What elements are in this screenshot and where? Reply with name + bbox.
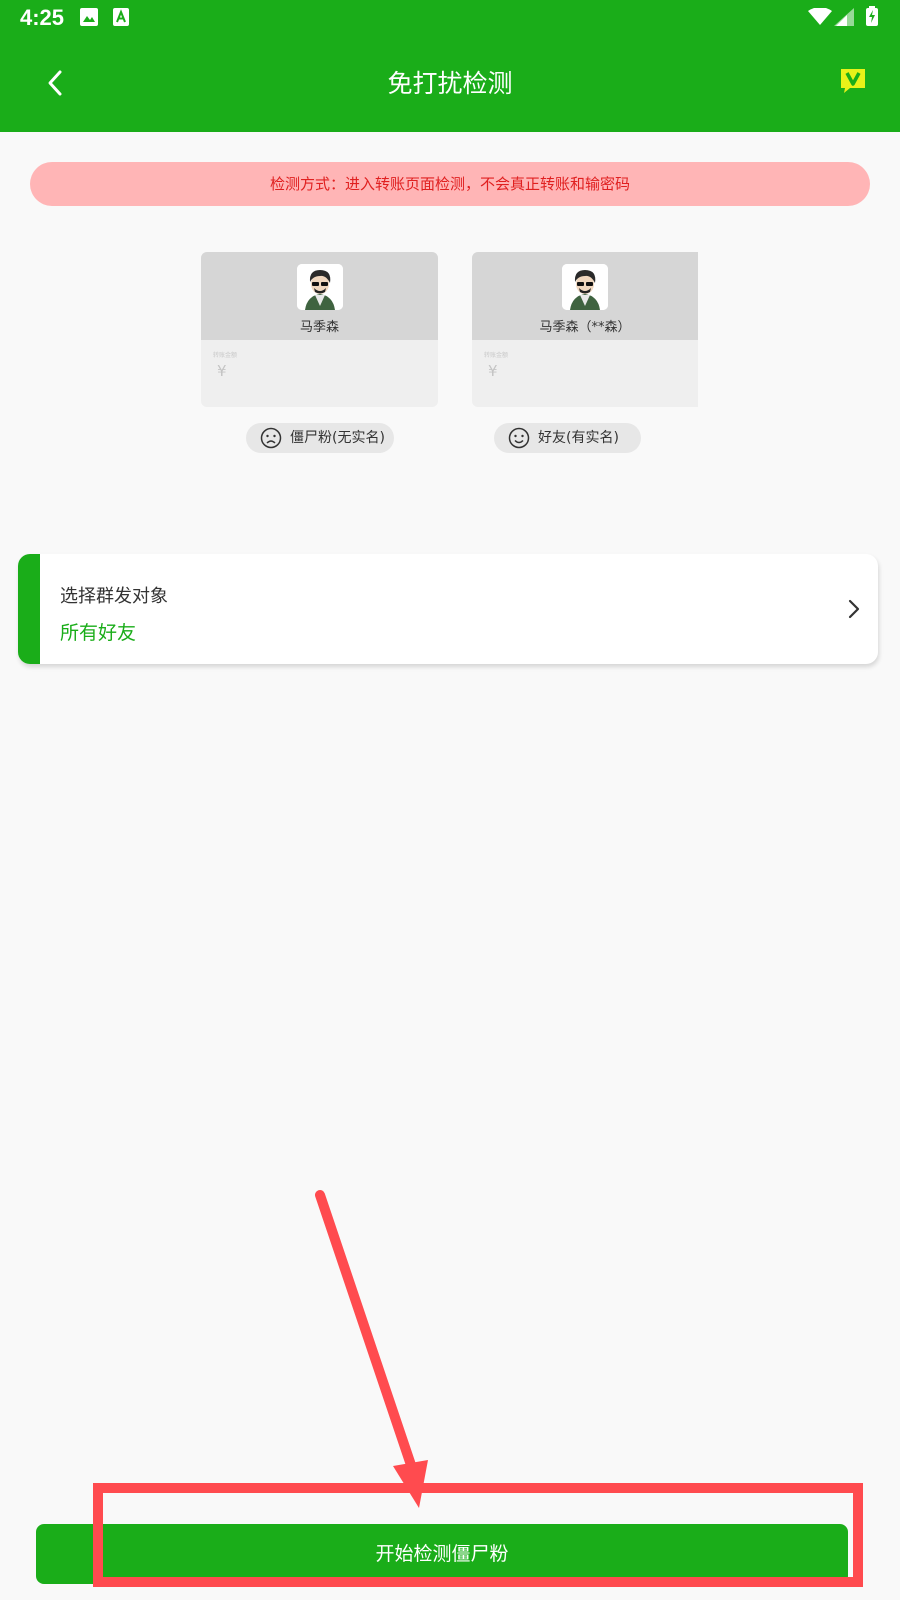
gallery-notification-icon	[80, 8, 98, 26]
friend-example-card: 马季森（**森） 转账金额 ¥	[472, 252, 698, 407]
vip-badge-icon[interactable]	[840, 68, 866, 94]
zombie-example-card: 马季森 转账金额 ¥	[201, 252, 438, 407]
sad-face-icon	[260, 427, 282, 449]
cell-signal-icon	[834, 8, 854, 26]
target-label: 选择群发对象	[60, 586, 168, 607]
status-time: 4:25	[20, 5, 65, 30]
avatar	[296, 264, 343, 310]
chevron-right-icon	[848, 599, 860, 619]
app-header: 4:25 免打扰检测	[0, 0, 900, 132]
contact-name: 马季森	[299, 320, 339, 335]
wifi-icon	[808, 8, 832, 25]
page-title: 免打扰检测	[387, 69, 513, 98]
target-selector[interactable]: 选择群发对象 所有好友	[18, 554, 878, 664]
currency-symbol: ¥	[217, 362, 227, 380]
battery-charging-icon	[866, 6, 878, 26]
contact-name: 马季森（**森）	[539, 320, 631, 335]
currency-symbol: ¥	[488, 362, 498, 380]
example-card-header: 马季森（**森）	[472, 252, 698, 340]
accent-stripe	[18, 554, 40, 664]
tag-label: 好友(有实名)	[538, 430, 619, 446]
tag-label: 僵尸粉(无实名)	[290, 430, 385, 446]
highlight-box	[93, 1483, 863, 1587]
zombie-tag: 僵尸粉(无实名)	[246, 423, 394, 453]
app-notification-icon	[113, 8, 129, 26]
amount-label: 转账金额	[213, 352, 238, 359]
amount-label: 转账金额	[484, 352, 509, 359]
happy-face-icon	[508, 427, 530, 449]
detection-notice: 检测方式：进入转账页面检测，不会真正转账和输密码	[30, 162, 870, 206]
example-card-header: 马季森	[201, 252, 438, 340]
friend-tag: 好友(有实名)	[494, 423, 641, 453]
avatar	[562, 264, 608, 310]
target-value: 所有好友	[60, 622, 137, 644]
annotation-arrow	[315, 1190, 428, 1508]
